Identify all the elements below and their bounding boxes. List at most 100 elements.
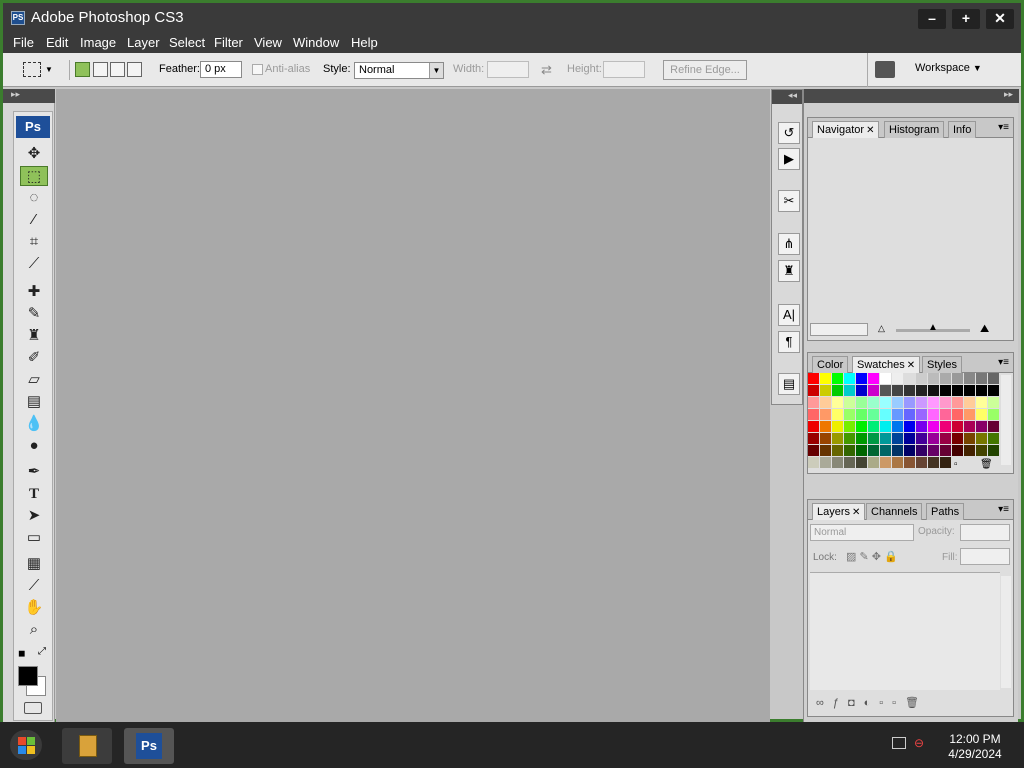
swatch-grid[interactable] [808,373,1000,469]
foreground-color-swatch[interactable] [18,666,38,686]
swatch-cell[interactable] [976,409,987,420]
network-icon[interactable] [892,737,906,749]
swatch-cell[interactable] [868,421,879,432]
slice-tool-icon[interactable]: ⟋ [20,254,48,274]
expand-icon[interactable]: ▸▸ [1004,89,1013,100]
swatch-cell[interactable] [868,397,879,408]
swatch-cell[interactable] [880,397,891,408]
tool-presets-panel-icon[interactable]: ✂ [778,190,800,212]
tools-dock-header[interactable]: ▸▸ [3,89,55,103]
panel-menu-icon[interactable]: ▾≡ [998,122,1009,133]
swatch-cell[interactable] [928,445,939,456]
swatch-cell[interactable] [916,397,927,408]
tab-paths[interactable]: Paths [926,503,965,520]
clone-stamp-tool-icon[interactable]: ♜ [20,326,48,346]
swatches-scrollbar[interactable] [1001,375,1011,465]
marquee-preset-icon[interactable] [23,62,41,77]
swatch-cell[interactable] [820,397,831,408]
swatch-cell[interactable] [832,421,843,432]
tab-navigator[interactable]: Navigator ✕ [812,121,880,138]
swatch-cell[interactable] [808,457,819,468]
swatch-cell[interactable] [832,445,843,456]
swatch-cell[interactable] [832,373,843,384]
swatch-cell[interactable] [892,457,903,468]
swatch-cell[interactable] [940,433,951,444]
menu-edit[interactable]: Edit [46,35,68,50]
swatch-cell[interactable] [940,445,951,456]
feather-field[interactable]: 0 px [200,61,242,78]
swatch-cell[interactable] [976,397,987,408]
swatch-cell[interactable] [856,409,867,420]
swatch-cell[interactable] [964,409,975,420]
swatch-cell[interactable] [892,397,903,408]
swatch-cell[interactable] [916,433,927,444]
swatch-cell[interactable] [988,409,999,420]
magic-wand-tool-icon[interactable]: ⁄ [20,210,48,230]
swatch-cell[interactable] [976,445,987,456]
antialias-checkbox[interactable] [252,64,263,75]
swatch-cell[interactable] [844,445,855,456]
swatch-cell[interactable] [976,433,987,444]
swatch-cell[interactable] [904,373,915,384]
swatch-cell[interactable] [892,409,903,420]
intersect-selection-icon[interactable] [127,62,142,77]
swatch-cell[interactable] [856,385,867,396]
maximize-button[interactable]: + [952,9,980,29]
system-clock[interactable]: 12:00 PM 4/29/2024 [935,732,1015,762]
swatch-cell[interactable] [856,373,867,384]
swatch-cell[interactable] [868,385,879,396]
new-swatch-icon[interactable]: ▫ [954,459,958,470]
swatch-cell[interactable] [844,421,855,432]
canvas-area[interactable] [56,89,770,723]
swatch-cell[interactable] [940,397,951,408]
swatch-cell[interactable] [964,445,975,456]
swatch-cell[interactable] [952,409,963,420]
menu-file[interactable]: File [13,35,34,50]
swatch-cell[interactable] [940,409,951,420]
swatch-cell[interactable] [964,421,975,432]
swatch-cell[interactable] [964,373,975,384]
swatch-cell[interactable] [880,409,891,420]
swatch-cell[interactable] [904,421,915,432]
bridge-icon[interactable] [875,61,895,78]
swatch-cell[interactable] [868,433,879,444]
swatch-cell[interactable] [940,385,951,396]
tab-styles[interactable]: Styles [922,356,962,373]
swatch-cell[interactable] [844,457,855,468]
close-icon[interactable]: ✕ [866,125,874,136]
swatch-cell[interactable] [820,421,831,432]
path-selection-tool-icon[interactable]: ➤ [20,506,48,526]
menu-window[interactable]: Window [293,35,339,50]
tab-color[interactable]: Color [812,356,849,373]
swatch-cell[interactable] [820,433,831,444]
workspace-button[interactable]: Workspace ▼ [915,62,982,74]
swatch-cell[interactable] [916,421,927,432]
swatch-cell[interactable] [904,445,915,456]
zoom-slider-handle[interactable]: ▲ [928,322,938,333]
add-selection-icon[interactable] [93,62,108,77]
swatch-cell[interactable] [844,385,855,396]
swatch-cell[interactable] [916,373,927,384]
swatch-cell[interactable] [904,397,915,408]
layers-scrollbar[interactable] [1001,576,1011,688]
subtract-selection-icon[interactable] [110,62,125,77]
menu-select[interactable]: Select [169,35,205,50]
tab-channels[interactable]: Channels [866,503,923,520]
swatch-cell[interactable] [868,457,879,468]
healing-brush-tool-icon[interactable]: ✚ [20,282,48,302]
swatch-cell[interactable] [808,373,819,384]
zoom-field[interactable] [810,323,868,336]
width-field[interactable] [487,61,529,78]
swatch-cell[interactable] [820,445,831,456]
swatch-cell[interactable] [928,373,939,384]
swatch-cell[interactable] [880,385,891,396]
swatch-cell[interactable] [856,445,867,456]
swatch-cell[interactable] [820,409,831,420]
swatch-cell[interactable] [928,457,939,468]
panel-menu-icon[interactable]: ▾≡ [998,357,1009,368]
marquee-tool-icon[interactable]: ⬚ [20,166,48,186]
swatch-cell[interactable] [904,457,915,468]
chevron-down-icon[interactable]: ▼ [45,65,53,74]
eraser-tool-icon[interactable]: ▱ [20,370,48,390]
swatch-cell[interactable] [808,385,819,396]
